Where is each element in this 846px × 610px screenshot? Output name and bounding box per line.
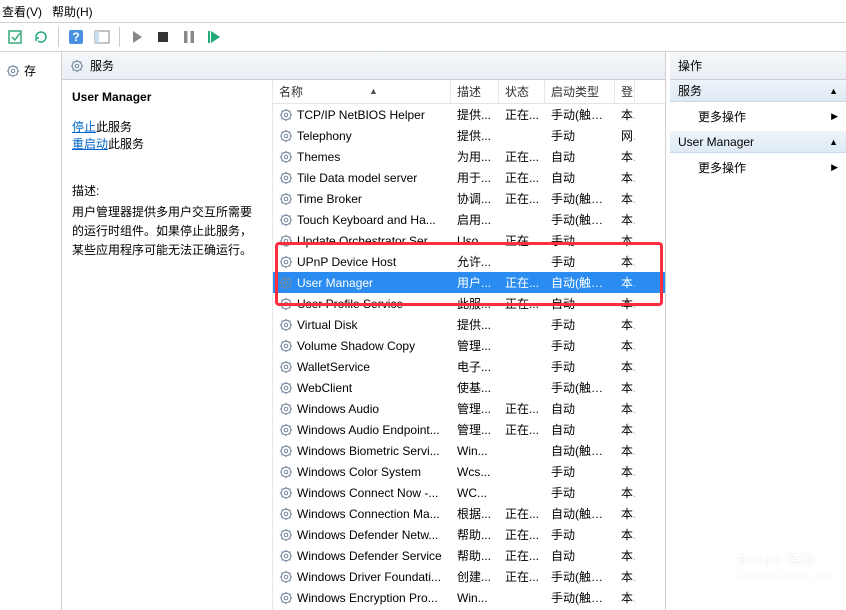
toolbar: ? bbox=[0, 22, 846, 52]
col-description[interactable]: 描述 bbox=[451, 80, 499, 103]
gear-icon bbox=[279, 129, 293, 143]
table-row[interactable]: WebClient使基...手动(触发...本 bbox=[273, 377, 665, 398]
table-row[interactable]: Themes为用...正在...自动本 bbox=[273, 146, 665, 167]
table-row[interactable]: Virtual Disk提供...手动本 bbox=[273, 314, 665, 335]
table-row[interactable]: UPnP Device Host允许...手动本 bbox=[273, 251, 665, 272]
table-row[interactable]: Telephony提供...手动网 bbox=[273, 125, 665, 146]
gear-icon bbox=[279, 108, 293, 122]
col-status[interactable]: 状态 bbox=[499, 80, 545, 103]
toolbar-help-icon[interactable]: ? bbox=[65, 26, 87, 48]
selected-service-name: User Manager bbox=[72, 90, 262, 104]
table-row[interactable]: Windows Defender Netw...帮助...正在...手动本 bbox=[273, 524, 665, 545]
gear-icon bbox=[279, 339, 293, 353]
main: 存 服务 User Manager 停止此服务 重启动此服务 描述: 用户管理器… bbox=[0, 52, 846, 610]
table-row[interactable]: User Manager用户...正在...自动(触发...本 bbox=[273, 272, 665, 293]
toolbar-export-icon[interactable] bbox=[4, 26, 26, 48]
table-row[interactable]: Tile Data model server用于...正在...自动本 bbox=[273, 167, 665, 188]
pane-title: 服务 bbox=[90, 57, 114, 74]
description-label: 描述: bbox=[72, 182, 262, 199]
table-row[interactable]: Windows Audio Endpoint...管理...正在...自动本 bbox=[273, 419, 665, 440]
actions-pane: 操作 服务▲ 更多操作▶ User Manager▲ 更多操作▶ bbox=[666, 52, 846, 610]
col-logon[interactable]: 登 bbox=[615, 80, 635, 103]
restart-service-line: 重启动此服务 bbox=[72, 135, 262, 152]
submenu-icon: ▶ bbox=[831, 111, 838, 122]
actions-more-1[interactable]: 更多操作▶ bbox=[670, 102, 846, 131]
table-row[interactable]: Windows Encryption Pro...Win...手动(触发...本 bbox=[273, 587, 665, 608]
gear-icon bbox=[279, 381, 293, 395]
gear-icon bbox=[279, 213, 293, 227]
menu-view[interactable]: 查看(V) bbox=[2, 3, 42, 20]
table-row[interactable]: Time Broker协调...正在...手动(触发...本 bbox=[273, 188, 665, 209]
table-row[interactable]: WalletService电子...手动本 bbox=[273, 356, 665, 377]
gear-icon bbox=[6, 64, 20, 78]
gear-icon bbox=[279, 444, 293, 458]
gear-icon bbox=[279, 402, 293, 416]
center-pane: 服务 User Manager 停止此服务 重启动此服务 描述: 用户管理器提供… bbox=[62, 52, 666, 610]
toolbar-stop-icon[interactable] bbox=[152, 26, 174, 48]
sort-ascending-icon: ▲ bbox=[369, 86, 378, 96]
toolbar-play-icon[interactable] bbox=[126, 26, 148, 48]
table-row[interactable]: Windows Biometric Servi...Win...自动(触发...… bbox=[273, 440, 665, 461]
col-startup[interactable]: 启动类型 bbox=[545, 80, 615, 103]
svg-text:?: ? bbox=[72, 30, 79, 44]
table-row[interactable]: Windows Connect Now -...WC...手动本 bbox=[273, 482, 665, 503]
menubar: 查看(V) 帮助(H) bbox=[0, 0, 846, 22]
gear-icon bbox=[279, 297, 293, 311]
pane-header: 服务 bbox=[62, 52, 665, 80]
list-body[interactable]: TCP/IP NetBIOS Helper提供...正在...手动(触发...本… bbox=[273, 104, 665, 610]
gear-icon bbox=[279, 570, 293, 584]
toolbar-pause-icon[interactable] bbox=[178, 26, 200, 48]
actions-more-2[interactable]: 更多操作▶ bbox=[670, 153, 846, 182]
gear-icon bbox=[279, 528, 293, 542]
gear-icon bbox=[279, 360, 293, 374]
table-row[interactable]: Windows Connection Ma...根据...正在...自动(触发.… bbox=[273, 503, 665, 524]
restart-link[interactable]: 重启动 bbox=[72, 137, 108, 151]
restart-suffix: 此服务 bbox=[108, 137, 144, 151]
services-list: 名称▲ 描述 状态 启动类型 登 TCP/IP NetBIOS Helper提供… bbox=[272, 80, 665, 610]
actions-section-services[interactable]: 服务▲ bbox=[670, 80, 846, 102]
table-row[interactable]: Windows Color SystemWcs...手动本 bbox=[273, 461, 665, 482]
gear-icon bbox=[279, 507, 293, 521]
gear-icon bbox=[279, 318, 293, 332]
col-name[interactable]: 名称▲ bbox=[273, 80, 451, 103]
gear-icon bbox=[70, 59, 84, 73]
stop-suffix: 此服务 bbox=[96, 120, 132, 134]
toolbar-show-hide-icon[interactable] bbox=[91, 26, 113, 48]
left-tree: 存 bbox=[0, 52, 62, 610]
gear-icon bbox=[279, 234, 293, 248]
toolbar-refresh-icon[interactable] bbox=[30, 26, 52, 48]
list-header: 名称▲ 描述 状态 启动类型 登 bbox=[273, 80, 665, 104]
table-row[interactable]: TCP/IP NetBIOS Helper提供...正在...手动(触发...本 bbox=[273, 104, 665, 125]
gear-icon bbox=[279, 423, 293, 437]
submenu-icon: ▶ bbox=[831, 162, 838, 173]
gear-icon bbox=[279, 591, 293, 605]
collapse-icon: ▲ bbox=[829, 137, 838, 147]
table-row[interactable]: Volume Shadow Copy管理...手动本 bbox=[273, 335, 665, 356]
table-row[interactable]: Windows Audio管理...正在...自动本 bbox=[273, 398, 665, 419]
gear-icon bbox=[279, 486, 293, 500]
table-row[interactable]: User Profile Service此服...正在...自动本 bbox=[273, 293, 665, 314]
table-row[interactable]: Update Orchestrator Ser...Uso...正在...手动本 bbox=[273, 230, 665, 251]
toolbar-restart-icon[interactable] bbox=[204, 26, 226, 48]
stop-service-line: 停止此服务 bbox=[72, 118, 262, 135]
collapse-icon: ▲ bbox=[829, 86, 838, 96]
table-row[interactable]: Windows Driver Foundati...创建...正在...手动(触… bbox=[273, 566, 665, 587]
actions-title: 操作 bbox=[670, 52, 846, 80]
gear-icon bbox=[279, 255, 293, 269]
detail-panel: User Manager 停止此服务 重启动此服务 描述: 用户管理器提供多用户… bbox=[62, 80, 272, 610]
table-row[interactable]: Windows Defender Service帮助...正在...自动本 bbox=[273, 545, 665, 566]
gear-icon bbox=[279, 276, 293, 290]
gear-icon bbox=[279, 192, 293, 206]
menu-help[interactable]: 帮助(H) bbox=[52, 3, 93, 20]
actions-section-selected[interactable]: User Manager▲ bbox=[670, 131, 846, 153]
gear-icon bbox=[279, 150, 293, 164]
tree-item-label: 存 bbox=[24, 62, 36, 79]
gear-icon bbox=[279, 171, 293, 185]
table-row[interactable]: Touch Keyboard and Ha...启用...手动(触发...本 bbox=[273, 209, 665, 230]
stop-link[interactable]: 停止 bbox=[72, 120, 96, 134]
tree-item-services[interactable]: 存 bbox=[6, 62, 55, 79]
description-text: 用户管理器提供多用户交互所需要的运行时组件。如果停止此服务，某些应用程序可能无法… bbox=[72, 203, 262, 261]
gear-icon bbox=[279, 465, 293, 479]
gear-icon bbox=[279, 549, 293, 563]
